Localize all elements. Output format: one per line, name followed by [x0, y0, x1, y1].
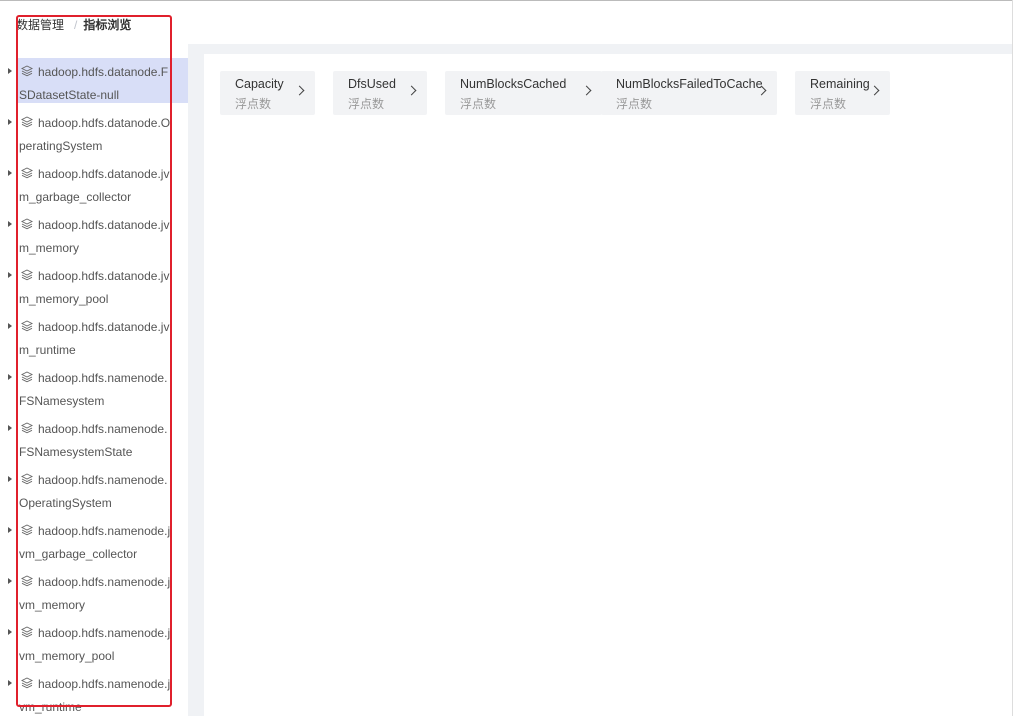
tree-item[interactable]: hadoop.hdfs.datanode.FSDatasetState-null — [0, 58, 188, 109]
chevron-right-icon — [581, 85, 592, 96]
caret-right-icon[interactable] — [8, 629, 12, 635]
metric-name: NumBlocksFailedToCache — [616, 77, 763, 91]
tree-item-label: hadoop.hdfs.namenode.FSNamesystem — [19, 371, 168, 408]
tree-item-label: hadoop.hdfs.namenode.jvm_runtime — [19, 677, 171, 714]
content-gutter-left — [188, 44, 204, 716]
tree-item-label: hadoop.hdfs.datanode.jvm_memory_pool — [19, 269, 170, 306]
tree-list: hadoop.hdfs.datanode.FSDatasetState-null… — [0, 58, 188, 716]
caret-right-icon[interactable] — [8, 374, 12, 380]
caret-right-icon[interactable] — [8, 578, 12, 584]
metric-card[interactable]: DfsUsed 浮点数 — [333, 71, 427, 115]
tree-item-label: hadoop.hdfs.datanode.jvm_garbage_collect… — [19, 167, 170, 204]
chevron-right-icon — [756, 85, 767, 96]
caret-right-icon[interactable] — [8, 221, 12, 227]
breadcrumb-separator: / — [74, 18, 78, 32]
tree-item-label: hadoop.hdfs.namenode.jvm_memory_pool — [19, 626, 171, 663]
breadcrumb: 数据管理 / 指标浏览 — [16, 16, 131, 33]
caret-right-icon[interactable] — [8, 119, 12, 125]
breadcrumb-current: 指标浏览 — [83, 18, 132, 32]
tree-item-label: hadoop.hdfs.datanode.jvm_runtime — [19, 320, 170, 357]
tree-item-label: hadoop.hdfs.namenode.jvm_garbage_collect… — [19, 524, 171, 561]
metric-type: 浮点数 — [810, 97, 847, 111]
metric-group-tree[interactable]: hadoop.hdfs.datanode.FSDatasetState-null… — [0, 33, 188, 716]
metric-card[interactable]: Capacity 浮点数 — [220, 71, 315, 115]
metric-card[interactable]: NumBlocksCached 浮点数 — [445, 71, 602, 115]
tree-item[interactable]: hadoop.hdfs.datanode.jvm_memory — [0, 211, 188, 262]
tree-item[interactable]: hadoop.hdfs.namenode.OperatingSystem — [0, 466, 188, 517]
tree-item[interactable]: hadoop.hdfs.namenode.FSNamesystemState — [0, 415, 188, 466]
tree-item-label: hadoop.hdfs.namenode.jvm_memory — [19, 575, 171, 612]
content-gutter-top — [188, 44, 1012, 54]
tree-item[interactable]: hadoop.hdfs.namenode.jvm_runtime — [0, 670, 188, 716]
caret-right-icon[interactable] — [8, 68, 12, 74]
metric-name: Remaining — [810, 77, 870, 91]
metric-card[interactable]: NumBlocksFailedToCache 浮点数 — [601, 71, 777, 115]
caret-right-icon[interactable] — [8, 272, 12, 278]
breadcrumb-root[interactable]: 数据管理 — [16, 18, 64, 32]
tree-item[interactable]: hadoop.hdfs.namenode.jvm_memory — [0, 568, 188, 619]
tree-item-label: hadoop.hdfs.datanode.FSDatasetState-null — [19, 65, 169, 102]
caret-right-icon[interactable] — [8, 170, 12, 176]
caret-right-icon[interactable] — [8, 323, 12, 329]
metric-name: Capacity — [235, 77, 284, 91]
tree-item[interactable]: hadoop.hdfs.datanode.jvm_runtime — [0, 313, 188, 364]
main-panel: Capacity 浮点数 DfsUsed 浮点数 NumBlocksCached 浮点数 N… — [204, 54, 1012, 716]
metric-name: DfsUsed — [348, 77, 396, 91]
chevron-right-icon — [294, 85, 305, 96]
caret-right-icon[interactable] — [8, 680, 12, 686]
metric-type: 浮点数 — [348, 97, 385, 111]
metric-name: NumBlocksCached — [460, 77, 567, 91]
chevron-right-icon — [869, 85, 880, 96]
chevron-right-icon — [406, 85, 417, 96]
tree-item-label: hadoop.hdfs.datanode.jvm_memory — [19, 218, 170, 255]
tree-item[interactable]: hadoop.hdfs.namenode.FSNamesystem — [0, 364, 188, 415]
metric-type: 浮点数 — [616, 97, 653, 111]
caret-right-icon[interactable] — [8, 476, 12, 482]
tree-item-label: hadoop.hdfs.datanode.OperatingSystem — [19, 116, 171, 153]
tree-item[interactable]: hadoop.hdfs.namenode.jvm_garbage_collect… — [0, 517, 188, 568]
tree-item[interactable]: hadoop.hdfs.namenode.jvm_memory_pool — [0, 619, 188, 670]
tree-item-label: hadoop.hdfs.namenode.OperatingSystem — [19, 473, 168, 510]
metric-card[interactable]: Remaining 浮点数 — [795, 71, 890, 115]
tree-item[interactable]: hadoop.hdfs.datanode.OperatingSystem — [0, 109, 188, 160]
tree-item[interactable]: hadoop.hdfs.datanode.jvm_memory_pool — [0, 262, 188, 313]
tree-item-label: hadoop.hdfs.namenode.FSNamesystemState — [19, 422, 168, 459]
tree-item[interactable]: hadoop.hdfs.datanode.jvm_garbage_collect… — [0, 160, 188, 211]
caret-right-icon[interactable] — [8, 527, 12, 533]
metric-type: 浮点数 — [460, 97, 497, 111]
caret-right-icon[interactable] — [8, 425, 12, 431]
metric-type: 浮点数 — [235, 97, 272, 111]
